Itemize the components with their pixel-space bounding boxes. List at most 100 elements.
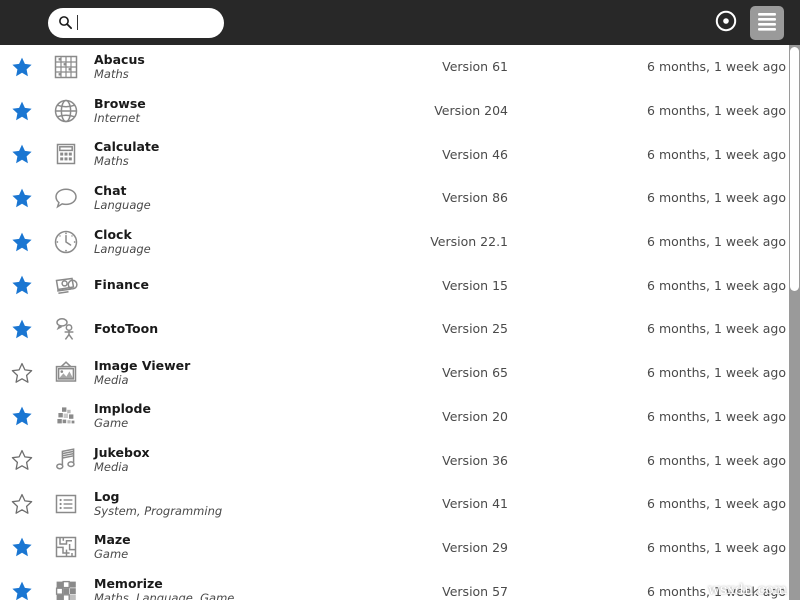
activity-name: Maze [94, 532, 131, 548]
star-filled-icon [11, 274, 33, 296]
activity-name: FotoToon [94, 320, 159, 336]
star-filled-icon [11, 187, 33, 209]
toolbar [0, 0, 800, 45]
hamburger-list-icon [755, 10, 779, 36]
activity-row[interactable]: Log System, Programming Version 41 6 mon… [0, 481, 790, 526]
activity-row[interactable]: Finance Version 15 6 months, 1 week ago [0, 263, 790, 308]
favorite-star-button[interactable] [0, 580, 44, 600]
clock-icon [52, 228, 80, 256]
activity-icon-cell[interactable] [44, 53, 88, 81]
search-input[interactable] [48, 7, 224, 38]
activity-name-cell: Jukebox Media [88, 446, 308, 475]
speech-bubble-icon [52, 184, 80, 212]
activity-category: Maths [94, 66, 129, 81]
activity-updated: 6 months, 1 week ago [647, 59, 786, 75]
favorite-star-button[interactable] [0, 493, 44, 515]
favorite-star-button[interactable] [0, 536, 44, 558]
activity-version: Version 25 [442, 321, 508, 337]
scrollbar-thumb[interactable] [790, 47, 799, 292]
activity-version: Version 15 [442, 277, 508, 293]
activity-name: Abacus [94, 51, 145, 67]
activity-name-cell: Clock Language [88, 227, 308, 256]
activity-updated: 6 months, 1 week ago [647, 234, 786, 250]
activity-icon-cell[interactable] [44, 533, 88, 561]
activity-version: Version 57 [442, 583, 508, 599]
activity-updated: 6 months, 1 week ago [647, 452, 786, 468]
vertical-scrollbar[interactable] [789, 45, 800, 600]
star-outline-icon [11, 493, 33, 515]
activity-icon-cell[interactable] [44, 271, 88, 299]
activity-category: Language [94, 241, 151, 256]
activity-category: System, Programming [94, 503, 223, 518]
favorite-star-button[interactable] [0, 143, 44, 165]
activity-version: Version 22.1 [430, 234, 508, 250]
activity-icon-cell[interactable] [44, 446, 88, 474]
memory-grid-icon [52, 577, 80, 600]
fototoon-icon [52, 315, 80, 343]
activity-icon-cell[interactable] [44, 97, 88, 125]
toolbar-left-padding [0, 22, 48, 23]
globe-icon [52, 97, 80, 125]
activity-icon-cell[interactable] [44, 184, 88, 212]
activity-updated: 6 months, 1 week ago [647, 365, 786, 381]
favorite-star-button[interactable] [0, 100, 44, 122]
star-outline-icon [11, 362, 33, 384]
activity-category: Maths, Language, Game [94, 591, 235, 600]
activity-icon-cell[interactable] [44, 359, 88, 387]
activity-icon-cell[interactable] [44, 402, 88, 430]
activity-row[interactable]: Memorize Maths, Language, Game Version 5… [0, 569, 790, 600]
blocks-icon [52, 402, 80, 430]
abacus-icon [52, 53, 80, 81]
favorite-star-button[interactable] [0, 187, 44, 209]
activity-name-cell: FotoToon [88, 320, 308, 336]
activity-category: Maths [94, 154, 129, 169]
activity-version: Version 29 [442, 539, 508, 555]
list-view-button[interactable] [750, 5, 784, 40]
activity-row[interactable]: Clock Language Version 22.1 6 months, 1 … [0, 219, 790, 264]
activity-row[interactable]: FotoToon Version 25 6 months, 1 week ago [0, 307, 790, 351]
activity-name: Finance [94, 277, 149, 293]
activity-row[interactable]: Maze Game Version 29 6 months, 1 week ag… [0, 525, 790, 570]
circle-dot-icon [714, 9, 738, 37]
activity-list[interactable]: Abacus Maths Version 61 6 months, 1 week… [0, 45, 790, 600]
favorite-star-button[interactable] [0, 274, 44, 296]
activity-updated: 6 months, 1 week ago [647, 277, 786, 293]
banknote-icon [52, 271, 80, 299]
favorite-star-button[interactable] [0, 231, 44, 253]
activity-name: Calculate [94, 139, 160, 155]
activity-row[interactable]: Chat Language Version 86 6 months, 1 wee… [0, 176, 790, 220]
favorite-star-button[interactable] [0, 56, 44, 78]
activity-icon-cell[interactable] [44, 315, 88, 343]
favorite-star-button[interactable] [0, 449, 44, 471]
activity-updated: 6 months, 1 week ago [647, 103, 786, 119]
activity-row[interactable]: Browse Internet Version 204 6 months, 1 … [0, 88, 790, 133]
activity-row[interactable]: Implode Game Version 20 6 months, 1 week… [0, 394, 790, 439]
favorite-star-button[interactable] [0, 362, 44, 384]
activity-category: Internet [94, 110, 140, 125]
activity-icon-cell[interactable] [44, 140, 88, 168]
activity-name-cell: Memorize Maths, Language, Game [88, 577, 308, 600]
activity-category: Game [94, 547, 129, 562]
activity-icon-cell[interactable] [44, 228, 88, 256]
star-filled-icon [11, 405, 33, 427]
activity-list-window: Abacus Maths Version 61 6 months, 1 week… [0, 0, 800, 600]
activity-icon-cell[interactable] [44, 490, 88, 518]
activity-icon-cell[interactable] [44, 577, 88, 600]
star-filled-icon [11, 318, 33, 340]
activity-row[interactable]: Image Viewer Media Version 65 6 months, … [0, 350, 790, 395]
activity-row[interactable]: Calculate Maths Version 46 6 months, 1 w… [0, 132, 790, 177]
activity-category: Media [94, 460, 129, 475]
star-filled-icon [11, 580, 33, 600]
activity-name: Image Viewer [94, 357, 191, 373]
music-note-icon [52, 446, 80, 474]
activity-version: Version 86 [442, 190, 508, 206]
activity-version: Version 20 [442, 408, 508, 424]
activity-version: Version 46 [442, 146, 508, 162]
favorite-star-button[interactable] [0, 318, 44, 340]
activity-name: Browse [94, 95, 146, 111]
record-circle-button[interactable] [709, 6, 743, 40]
activity-row[interactable]: Abacus Maths Version 61 6 months, 1 week… [0, 45, 790, 89]
activity-category: Media [94, 372, 129, 387]
favorite-star-button[interactable] [0, 405, 44, 427]
activity-row[interactable]: Jukebox Media Version 36 6 months, 1 wee… [0, 438, 790, 482]
